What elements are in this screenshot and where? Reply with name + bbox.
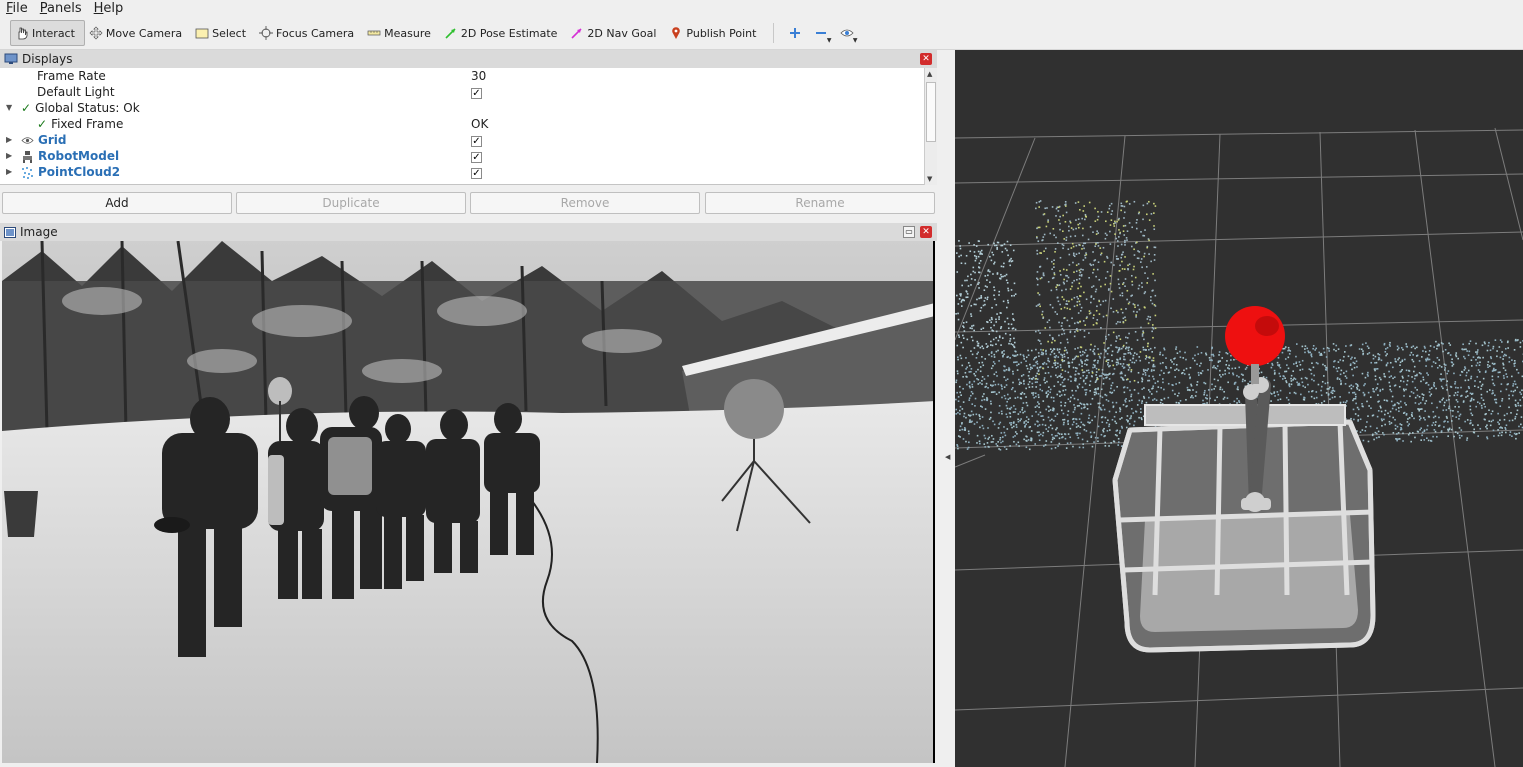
move-camera-tool-button[interactable]: Move Camera (85, 20, 191, 46)
ruler-icon (367, 30, 381, 36)
green-arrow-icon (445, 28, 456, 39)
tree-row-default-light[interactable]: Default Light ✓ (0, 84, 924, 100)
focus-camera-label: Focus Camera (276, 26, 355, 40)
displays-panel-header: Displays ✕ (0, 50, 937, 68)
grid-eye-icon (21, 136, 34, 144)
default-light-label: Default Light (37, 85, 115, 99)
expand-arrow-icon[interactable]: ▶ (6, 164, 12, 180)
pointcloud-icon (22, 166, 33, 179)
expand-arrow-icon[interactable]: ▶ (6, 132, 12, 148)
frame-rate-value[interactable]: 30 (471, 68, 486, 84)
undock-icon: ▭ (905, 227, 913, 236)
tree-row-frame-rate[interactable]: Frame Rate 30 (0, 68, 924, 84)
remove-button[interactable]: Remove (470, 192, 700, 214)
add-tool-button[interactable] (782, 20, 808, 46)
focus-camera-icon (259, 26, 274, 40)
close-icon: ✕ (922, 227, 930, 237)
2d-pose-estimate-label: 2D Pose Estimate (460, 26, 558, 40)
dropdown-arrow-icon: ▼ (826, 37, 832, 44)
scroll-down-icon[interactable]: ▼ (927, 175, 932, 183)
frame-rate-label: Frame Rate (37, 69, 106, 83)
undock-button[interactable]: ▭ (903, 226, 915, 238)
publish-point-label: Publish Point (686, 26, 757, 40)
interact-tool-button[interactable]: Interact (10, 20, 85, 46)
3d-scene (955, 127, 1523, 767)
hand-icon (18, 27, 28, 40)
focus-camera-tool-button[interactable]: Focus Camera (255, 20, 363, 46)
tree-row-grid[interactable]: ▶ Grid ✓ (0, 132, 924, 148)
fixed-frame-label: Fixed Frame (51, 117, 124, 131)
select-tool-button[interactable]: Select (191, 20, 255, 46)
plus-icon (790, 28, 801, 38)
close-image-panel-button[interactable]: ✕ (920, 226, 932, 238)
toolbar-separator (773, 23, 775, 43)
image-panel-title: Image (20, 225, 58, 239)
fixed-frame-value: OK (471, 117, 489, 131)
close-icon: ✕ (922, 54, 930, 64)
tree-row-robot-model[interactable]: ▶ RobotModel ✓ (0, 148, 924, 164)
toolbar: Interact Move Camera Select Focus Camera… (0, 17, 1523, 50)
duplicate-button[interactable]: Duplicate (236, 192, 466, 214)
check-icon: ✓ (21, 101, 32, 115)
scroll-thumb[interactable] (926, 82, 936, 142)
menu-bar: File Panels Help (0, 0, 1523, 17)
collapse-arrow-icon[interactable]: ▼ (6, 100, 12, 116)
measure-label: Measure (384, 26, 431, 40)
panel-splitter[interactable]: ◀ (938, 50, 955, 767)
check-icon: ✓ (37, 117, 48, 131)
monitor-icon (4, 53, 18, 64)
2d-nav-goal-label: 2D Nav Goal (587, 26, 657, 40)
2d-pose-estimate-tool-button[interactable]: 2D Pose Estimate (440, 20, 567, 46)
tree-row-pointcloud2[interactable]: ▶ PointCloud2 ✓ (0, 164, 924, 180)
minus-icon (816, 32, 827, 34)
displays-title: Displays (22, 52, 73, 66)
displays-tree: Frame Rate 30 Default Light ✓ ▼ ✓ Global… (0, 68, 937, 185)
image-panel-header: Image ▭ ✕ (0, 223, 937, 241)
view-options-button[interactable]: ▼ (834, 20, 860, 46)
add-button[interactable]: Add (2, 192, 232, 214)
robot-model-checkbox[interactable]: ✓ (471, 152, 482, 163)
image-panel-icon (4, 226, 16, 238)
interact-label: Interact (32, 26, 75, 40)
dropdown-arrow-icon: ▼ (852, 37, 858, 44)
rename-button[interactable]: Rename (705, 192, 935, 214)
tree-row-fixed-frame[interactable]: ✓ Fixed Frame OK (0, 116, 924, 132)
remove-tool-button[interactable]: ▼ (808, 20, 834, 46)
scroll-up-icon[interactable]: ▲ (927, 70, 932, 78)
3d-render-view[interactable] (955, 50, 1523, 767)
robot-model-label: RobotModel (38, 149, 120, 163)
move-camera-icon (89, 26, 103, 40)
close-displays-button[interactable]: ✕ (920, 53, 932, 65)
grid-checkbox[interactable]: ✓ (471, 136, 482, 147)
global-status-label: Global Status: Ok (35, 101, 140, 115)
menu-help[interactable]: Help (94, 1, 124, 16)
pointcloud2-checkbox[interactable]: ✓ (471, 168, 482, 179)
expand-arrow-icon[interactable]: ▶ (6, 148, 12, 164)
tree-row-global-status[interactable]: ▼ ✓ Global Status: Ok (0, 100, 924, 116)
menu-panels[interactable]: Panels (40, 1, 82, 16)
pointcloud2-label: PointCloud2 (38, 165, 121, 179)
displays-button-row: Add Duplicate Remove Rename (0, 192, 937, 216)
camera-image (2, 241, 933, 763)
select-label: Select (212, 26, 247, 40)
grid-label: Grid (38, 133, 67, 147)
collapse-left-arrow-icon[interactable]: ◀ (945, 453, 950, 461)
measure-tool-button[interactable]: Measure (363, 20, 440, 46)
displays-scrollbar[interactable]: ▲ ▼ (924, 68, 937, 185)
menu-file[interactable]: File (6, 1, 28, 16)
map-pin-icon (672, 27, 681, 39)
default-light-checkbox[interactable]: ✓ (471, 88, 482, 99)
select-icon (195, 28, 209, 39)
camera-image-view (2, 241, 935, 763)
magenta-arrow-icon (571, 28, 582, 39)
publish-point-tool-button[interactable]: Publish Point (665, 20, 765, 46)
move-camera-label: Move Camera (105, 26, 183, 40)
2d-nav-goal-tool-button[interactable]: 2D Nav Goal (566, 20, 665, 46)
robot-icon (23, 150, 32, 163)
